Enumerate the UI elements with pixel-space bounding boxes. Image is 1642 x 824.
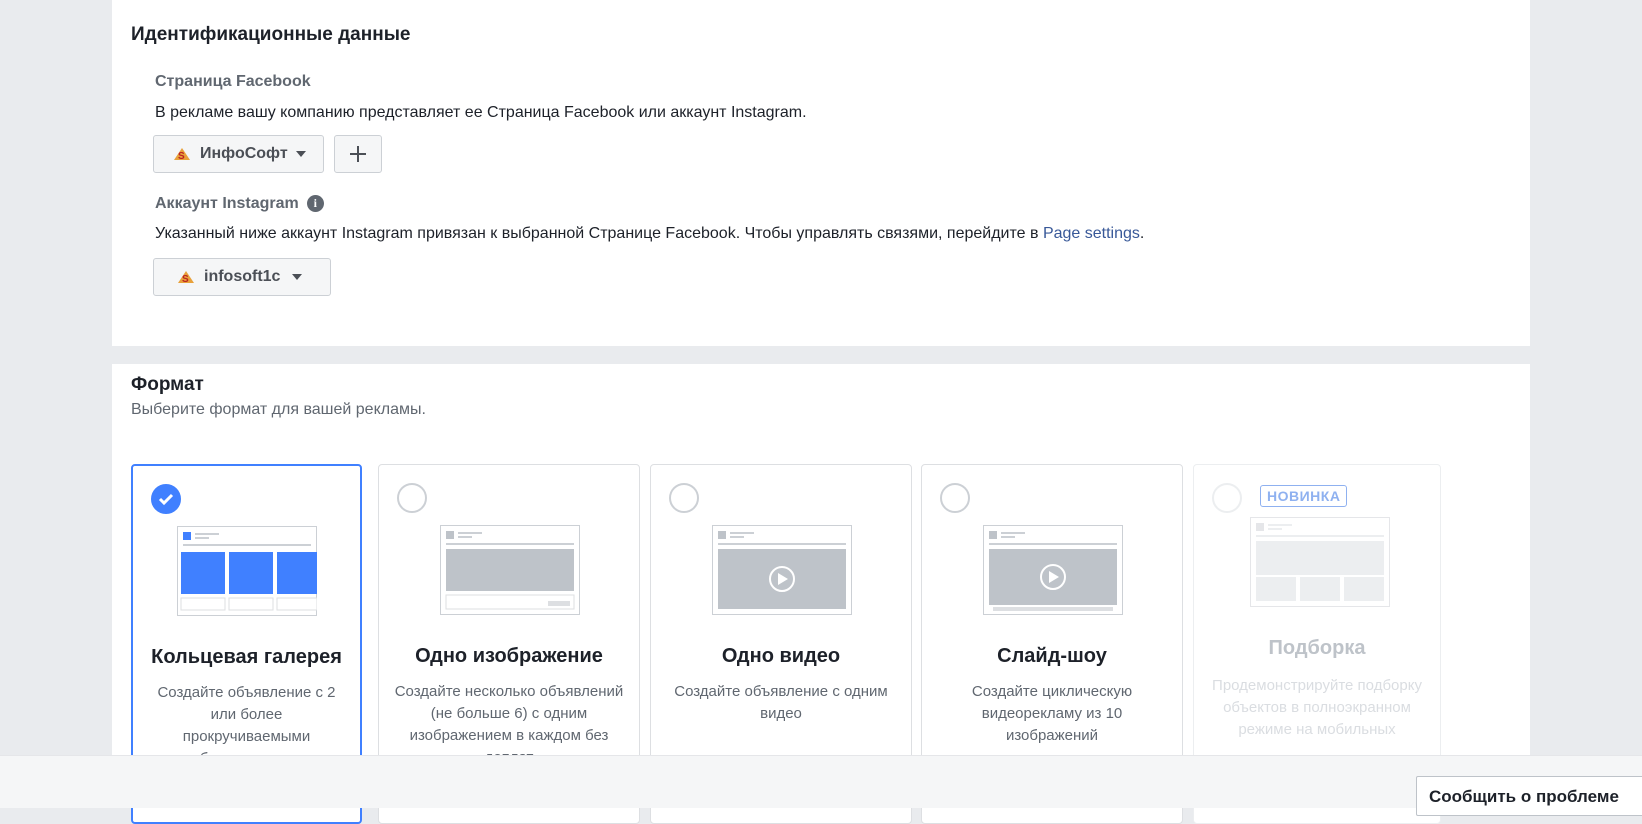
check-icon[interactable] xyxy=(151,484,181,514)
option-title: Одно изображение xyxy=(415,645,603,667)
page-settings-link[interactable]: Page settings xyxy=(1043,225,1140,242)
collection-preview-icon xyxy=(1250,517,1390,607)
radio-button[interactable] xyxy=(940,483,970,513)
selected-instagram-name: infosoft1c xyxy=(204,268,281,285)
bottom-bar xyxy=(0,755,1642,808)
video-preview-icon xyxy=(712,525,852,615)
facebook-page-label: Страница Facebook xyxy=(155,73,311,90)
option-description: Создайте циклическую видеорекламу из 10 … xyxy=(971,683,1133,744)
instagram-account-dropdown[interactable]: S infosoft1c xyxy=(153,258,331,296)
format-title: Формат xyxy=(131,374,204,395)
chevron-down-icon xyxy=(292,274,303,280)
format-section: Формат Выберите формат для вашей рекламы… xyxy=(112,364,1530,824)
option-title: Подборка xyxy=(1268,637,1366,659)
slideshow-preview-icon xyxy=(983,525,1123,615)
instagram-description: Указанный ниже аккаунт Instagram привяза… xyxy=(155,225,1144,243)
selected-page-name: ИнфоСофт xyxy=(200,145,288,162)
facebook-page-dropdown[interactable]: S ИнфоСофт xyxy=(153,135,324,173)
instagram-desc-suffix: . xyxy=(1139,225,1145,242)
svg-text:S: S xyxy=(178,151,185,162)
chevron-down-icon xyxy=(295,151,306,157)
new-badge: НОВИНКА xyxy=(1260,485,1348,507)
add-page-button[interactable] xyxy=(334,135,382,173)
instagram-desc-text: Указанный ниже аккаунт Instagram привяза… xyxy=(155,225,1043,242)
plus-icon xyxy=(350,146,366,162)
option-title: Одно видео xyxy=(721,645,841,667)
identity-section: Идентификационные данные Страница Facebo… xyxy=(112,0,1530,346)
option-title: Кольцевая галерея xyxy=(151,646,342,668)
radio-button xyxy=(1212,483,1242,513)
option-title: Слайд-шоу xyxy=(997,645,1107,667)
carousel-preview-icon xyxy=(177,526,317,616)
option-description: Создайте объявление с одним видео xyxy=(674,683,888,722)
instagram-label-text: Аккаунт Instagram xyxy=(155,195,299,212)
svg-text:S: S xyxy=(182,274,189,285)
option-description: Продемонстрируйте подборку объектов в по… xyxy=(1212,677,1422,738)
identity-title: Идентификационные данные xyxy=(131,24,411,45)
facebook-page-description: В рекламе вашу компанию представляет ее … xyxy=(155,104,807,121)
radio-button[interactable] xyxy=(669,483,699,513)
report-problem-button[interactable]: Сообщить о проблеме xyxy=(1416,776,1642,816)
infosoft-logo-icon: S xyxy=(176,269,196,285)
infosoft-logo-icon: S xyxy=(172,146,192,162)
radio-button[interactable] xyxy=(397,483,427,513)
format-subtitle: Выберите формат для вашей рекламы. xyxy=(131,401,426,418)
single-image-preview-icon xyxy=(440,525,580,615)
instagram-account-label: Аккаунт Instagram i xyxy=(155,195,324,213)
info-icon[interactable]: i xyxy=(306,195,324,212)
